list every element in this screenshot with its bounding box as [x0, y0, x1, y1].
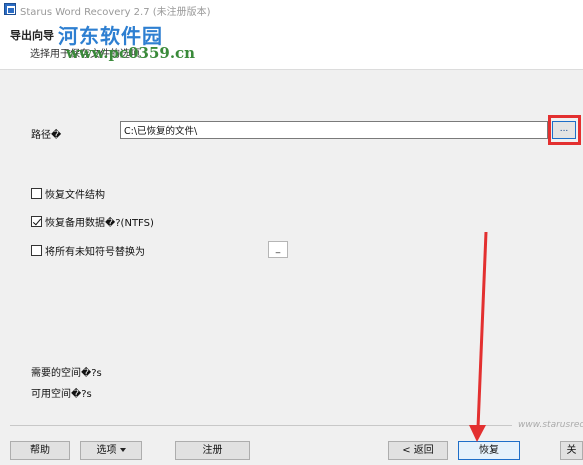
option-restore-alt-data-label: 恢复备用数据�?(NTFS)	[45, 217, 154, 229]
close-button[interactable]: 关	[560, 441, 583, 460]
checkbox-restore-alt-data[interactable]	[31, 215, 42, 227]
options-button-label: 选项	[96, 445, 117, 456]
title-bar: Starus Word Recovery 2.7 (未注册版本)	[0, 0, 583, 18]
chevron-down-icon	[119, 448, 126, 452]
checkbox-replace-unknown[interactable]	[31, 244, 42, 256]
recover-button[interactable]: 恢复	[458, 441, 520, 460]
replace-char-input[interactable]: _	[268, 241, 288, 258]
option-restore-structure-label: 恢复文件结构	[45, 189, 105, 201]
options-button[interactable]: 选项	[80, 441, 142, 460]
register-button[interactable]: 注册	[175, 441, 250, 460]
arrow-head	[469, 425, 486, 442]
watermark-url: www.pc0359.cn	[66, 44, 196, 62]
option-replace-unknown[interactable]: 将所有未知符号替换为	[31, 243, 145, 258]
option-restore-structure[interactable]: 恢复文件结构	[31, 186, 105, 201]
space-needed-label: 需要的空间�?s	[31, 368, 102, 379]
app-icon	[4, 3, 16, 15]
option-restore-alt-data[interactable]: 恢复备用数据�?(NTFS)	[31, 214, 154, 229]
help-button-label: 帮助	[30, 445, 50, 456]
close-button-label: 关	[566, 445, 577, 456]
site-url: www.starusrec	[518, 420, 583, 430]
window-title: Starus Word Recovery 2.7 (未注册版本)	[20, 7, 211, 18]
highlight-box	[548, 115, 581, 145]
path-input[interactable]: C:\已恢复的文件\	[120, 121, 548, 139]
option-replace-unknown-label: 将所有未知符号替换为	[45, 246, 145, 258]
register-button-label: 注册	[202, 445, 223, 456]
arrow-shaft	[476, 231, 488, 429]
wizard-header: 导出向导 选择用于保存文件的选项 河东软件园 www.pc0359.cn	[0, 18, 583, 70]
back-button[interactable]: < 返回	[388, 441, 448, 460]
recover-button-label: 恢复	[479, 445, 499, 456]
wizard-title: 导出向导	[10, 29, 54, 42]
footer-separator	[10, 425, 512, 426]
checkbox-restore-structure[interactable]	[31, 187, 42, 199]
back-button-label: < 返回	[402, 445, 434, 456]
space-available-label: 可用空间�?s	[31, 389, 92, 400]
path-label: 路径�	[31, 130, 62, 141]
help-button[interactable]: 帮助	[10, 441, 70, 460]
